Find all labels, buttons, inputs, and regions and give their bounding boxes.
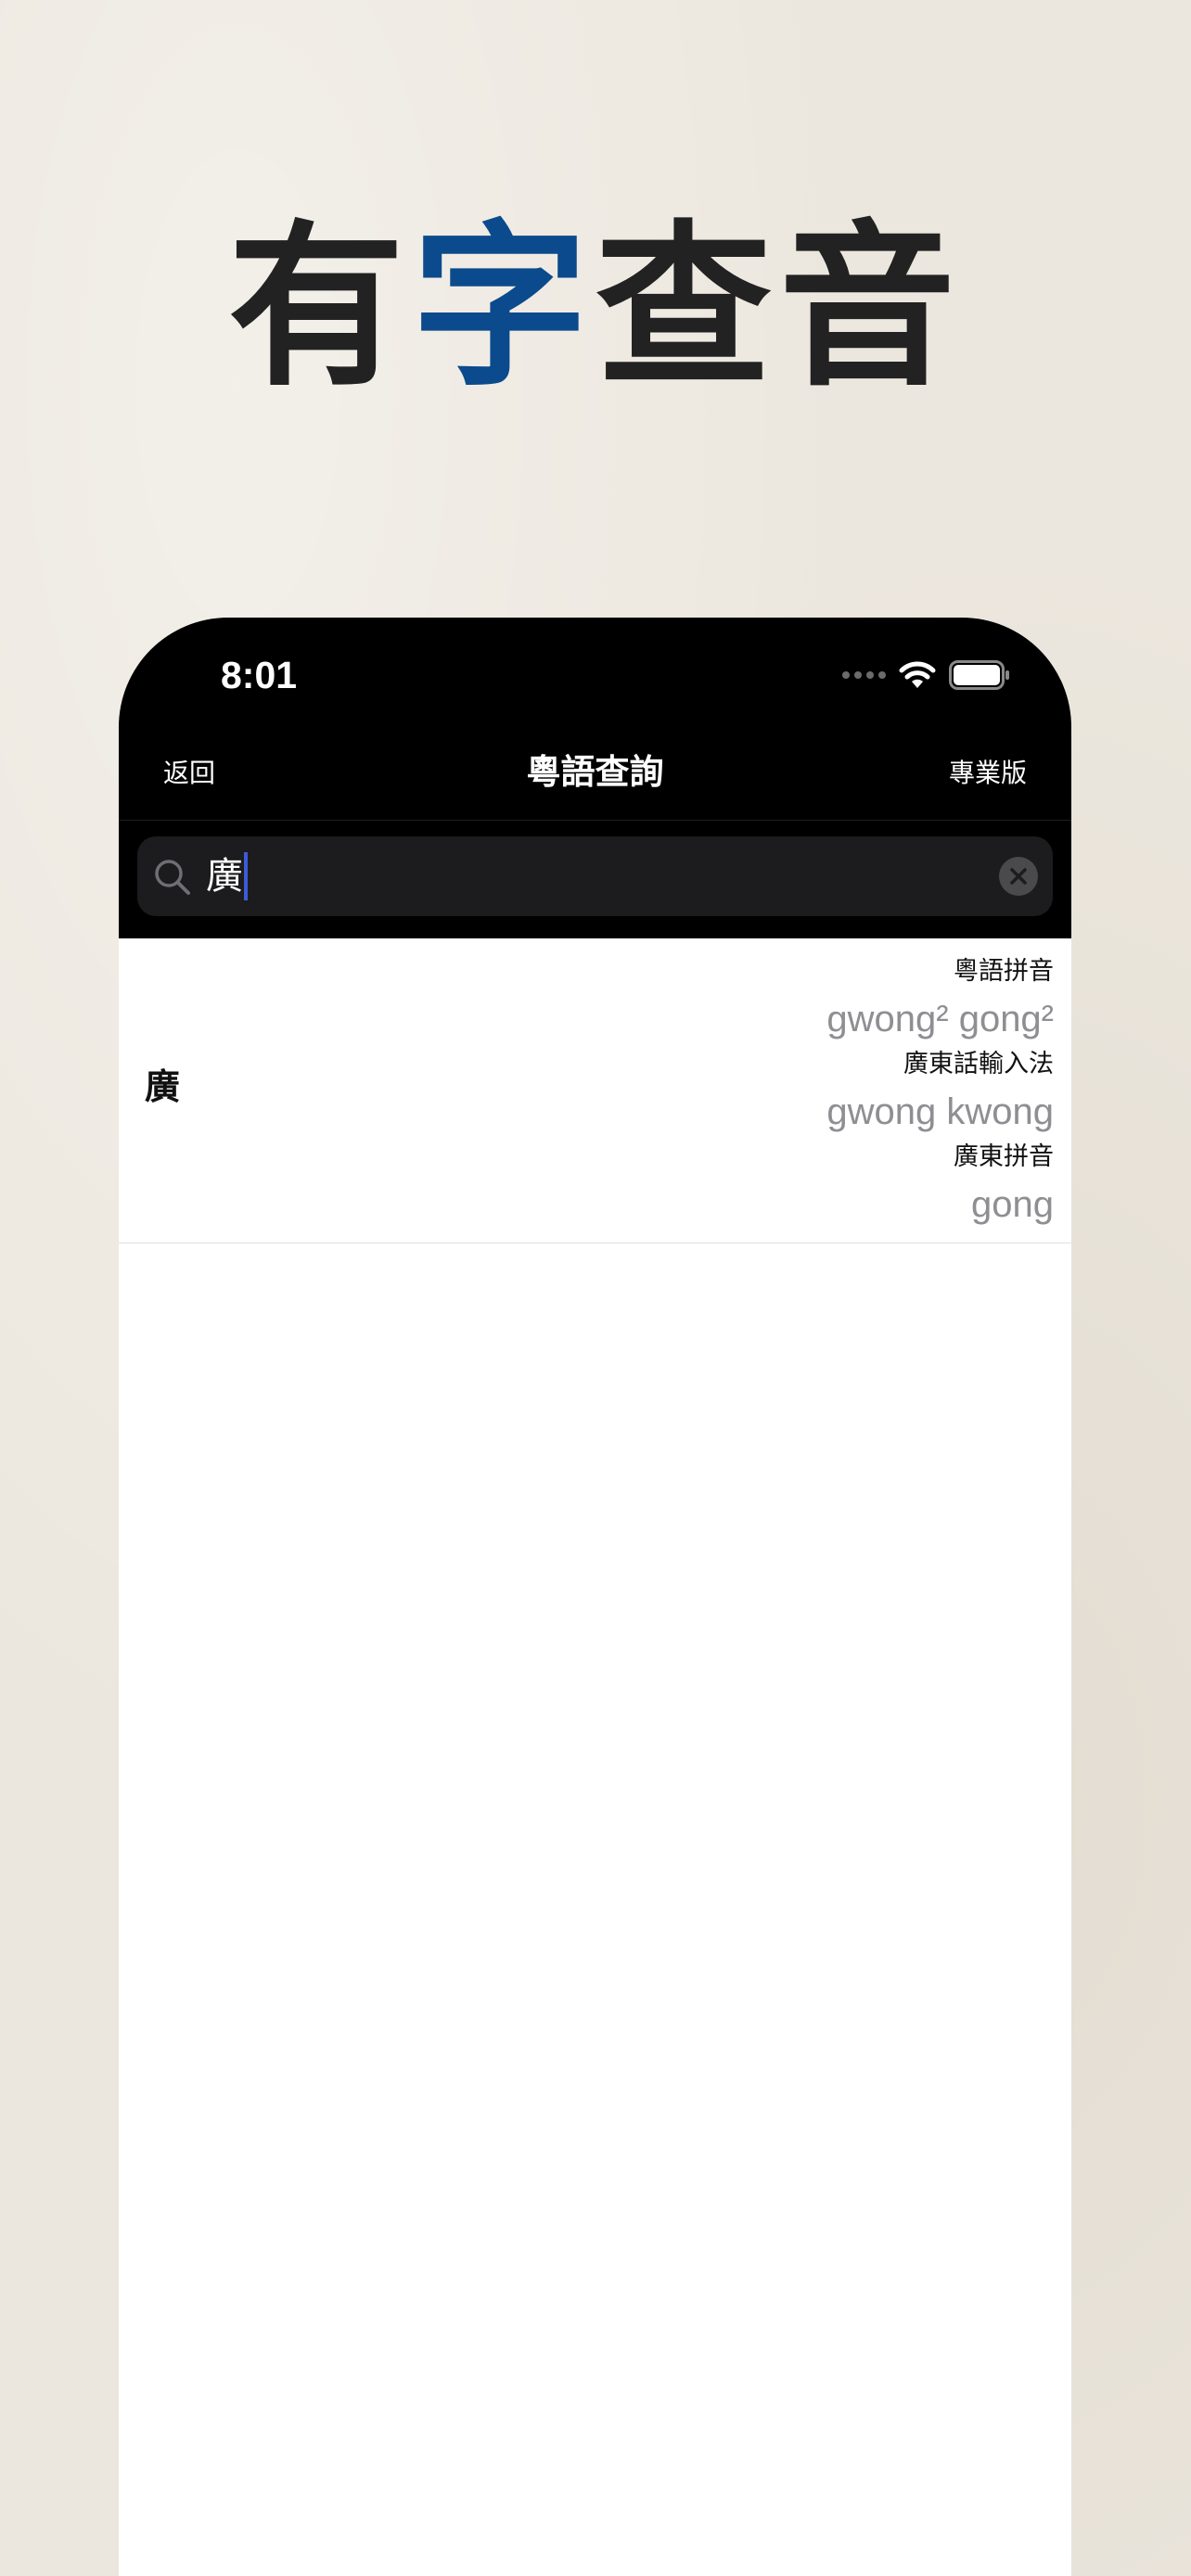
result-readings: 粵語拼音 gwong² gong² 廣東話輸入法 gwong kwong 廣東拼… — [826, 953, 1054, 1231]
reading-label-jyutping: 粵語拼音 — [954, 957, 1054, 986]
headline-part1: 有 — [227, 205, 412, 410]
battery-icon — [949, 660, 1010, 690]
result-character: 廣 — [145, 1066, 181, 1107]
search-field[interactable]: 廣 — [137, 836, 1053, 916]
nav-divider — [119, 820, 1071, 821]
status-icons — [842, 655, 1010, 695]
headline: 有字查音 — [0, 215, 1191, 401]
reading-value-cantonese-input: gwong kwong — [826, 1091, 1054, 1132]
pro-version-button[interactable]: 專業版 — [949, 755, 1027, 792]
headline-accent: 字 — [411, 205, 596, 410]
text-caret — [244, 852, 248, 900]
reading-label-cantonese-pinyin: 廣東拼音 — [954, 1142, 1054, 1171]
wifi-icon — [899, 660, 936, 690]
clear-icon[interactable] — [999, 857, 1038, 896]
phone-frame: 8:01 返回 粵語查詢 專業版 廣 廣 粵語拼音 gwong² gong² 廣… — [119, 618, 1071, 2576]
search-input-value: 廣 — [206, 855, 243, 898]
result-row[interactable]: 廣 粵語拼音 gwong² gong² 廣東話輸入法 gwong kwong 廣… — [119, 938, 1071, 1243]
headline-part2: 查音 — [596, 205, 964, 410]
search-icon — [152, 857, 193, 901]
search-input[interactable]: 廣 — [206, 851, 248, 901]
reading-value-cantonese-pinyin: gong — [971, 1184, 1054, 1225]
reading-label-cantonese-input: 廣東話輸入法 — [903, 1050, 1054, 1078]
reading-value-jyutping: gwong² gong² — [826, 999, 1054, 1039]
nav-title: 粵語查詢 — [526, 752, 664, 792]
status-time: 8:01 — [221, 654, 298, 696]
signal-dots-icon — [842, 671, 886, 679]
top-bar: 8:01 返回 粵語查詢 專業版 廣 — [119, 618, 1071, 938]
